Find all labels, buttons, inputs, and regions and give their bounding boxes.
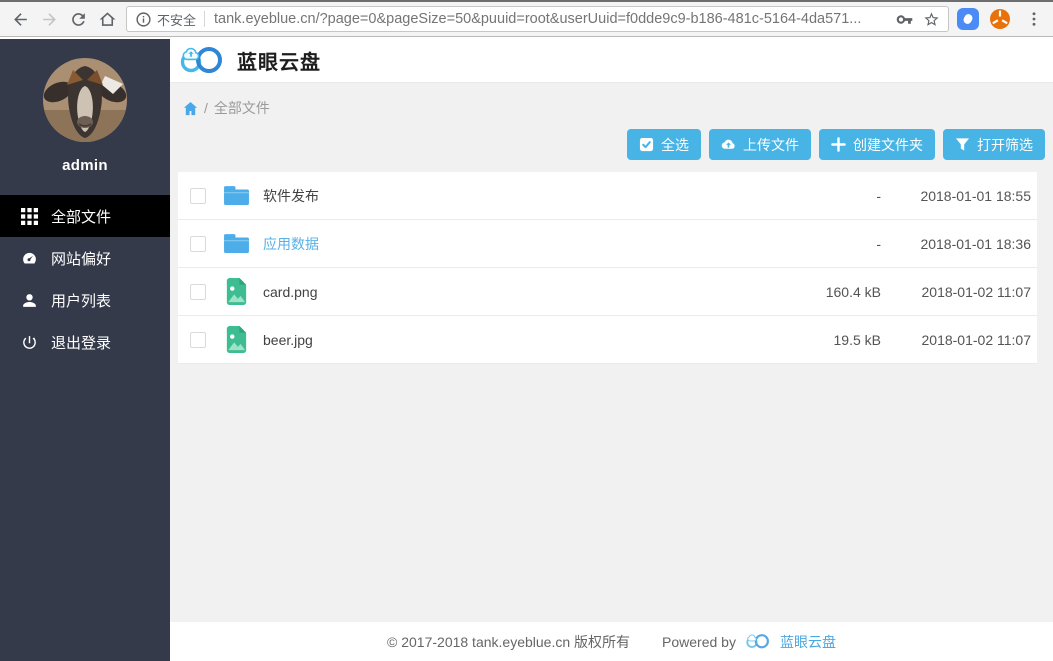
reload-button[interactable] bbox=[64, 5, 93, 34]
plus-icon bbox=[831, 137, 846, 152]
file-size: - bbox=[771, 236, 881, 252]
app-header: 蓝眼云盘 bbox=[170, 39, 1053, 83]
page-title: 蓝眼云盘 bbox=[237, 46, 321, 75]
app-footer: © 2017-2018 tank.eyeblue.cn 版权所有 Powered… bbox=[170, 622, 1053, 661]
app-logo bbox=[178, 45, 226, 76]
browser-menu-button[interactable] bbox=[1021, 6, 1047, 32]
sidebar-item-label: 用户列表 bbox=[51, 290, 111, 311]
key-icon[interactable] bbox=[896, 11, 913, 28]
check-square-icon bbox=[639, 137, 654, 152]
open-filter-button[interactable]: 打开筛选 bbox=[943, 129, 1045, 160]
info-icon[interactable] bbox=[135, 11, 152, 28]
footer-brand-link[interactable]: 蓝眼云盘 bbox=[780, 632, 836, 652]
back-button[interactable] bbox=[6, 5, 35, 34]
security-label: 不安全 bbox=[157, 10, 196, 29]
sidebar-item-label: 网站偏好 bbox=[51, 248, 111, 269]
file-size: - bbox=[771, 188, 881, 204]
breadcrumb-current: 全部文件 bbox=[214, 98, 270, 118]
sidebar-item-all-files[interactable]: 全部文件 bbox=[0, 195, 170, 237]
home-icon bbox=[98, 10, 117, 29]
reload-icon bbox=[69, 10, 88, 29]
file-size: 160.4 kB bbox=[771, 284, 881, 300]
file-name[interactable]: 应用数据 bbox=[263, 234, 771, 254]
file-date: 2018-01-02 11:07 bbox=[881, 284, 1033, 300]
sidebar: admin 全部文件 网站偏好 bbox=[0, 39, 170, 661]
select-all-button[interactable]: 全选 bbox=[627, 129, 701, 160]
sidebar-item-label: 退出登录 bbox=[51, 332, 111, 353]
dashboard-icon bbox=[21, 250, 38, 267]
sidebar-item-logout[interactable]: 退出登录 bbox=[0, 321, 170, 363]
file-name[interactable]: card.png bbox=[263, 284, 771, 300]
url-text: tank.eyeblue.cn/?page=0&pageSize=50&puui… bbox=[214, 11, 888, 27]
upload-file-label: 上传文件 bbox=[743, 135, 799, 155]
table-row[interactable]: 软件发布 - 2018-01-01 18:55 bbox=[178, 172, 1037, 220]
select-all-label: 全选 bbox=[661, 135, 689, 155]
image-file-icon bbox=[223, 278, 250, 305]
omnibox-divider bbox=[204, 11, 205, 27]
breadcrumb: / 全部文件 bbox=[178, 83, 1045, 118]
content-area: / 全部文件 全选 bbox=[170, 83, 1053, 622]
extension-blue-button[interactable] bbox=[957, 8, 979, 30]
filter-icon bbox=[955, 137, 970, 152]
file-size: 19.5 kB bbox=[771, 332, 881, 348]
table-row[interactable]: 应用数据 - 2018-01-01 18:36 bbox=[178, 220, 1037, 268]
file-name[interactable]: beer.jpg bbox=[263, 332, 771, 348]
power-icon bbox=[21, 334, 38, 351]
table-row[interactable]: card.png 160.4 kB 2018-01-02 11:07 bbox=[178, 268, 1037, 316]
file-date: 2018-01-02 11:07 bbox=[881, 332, 1033, 348]
image-file-icon bbox=[223, 326, 250, 353]
row-checkbox[interactable] bbox=[190, 332, 206, 348]
forward-icon bbox=[40, 10, 59, 29]
avatar[interactable] bbox=[43, 58, 127, 142]
forward-button[interactable] bbox=[35, 5, 64, 34]
extension-orange-icon bbox=[989, 8, 1011, 30]
extension-orange-button[interactable] bbox=[989, 8, 1011, 30]
table-row[interactable]: beer.jpg 19.5 kB 2018-01-02 11:07 bbox=[178, 316, 1037, 364]
grid-icon bbox=[21, 208, 38, 225]
breadcrumb-home-icon[interactable] bbox=[183, 101, 198, 116]
file-date: 2018-01-01 18:55 bbox=[881, 188, 1033, 204]
kebab-menu-icon bbox=[1025, 10, 1043, 28]
star-icon[interactable] bbox=[923, 11, 940, 28]
sidebar-item-users[interactable]: 用户列表 bbox=[0, 279, 170, 321]
sidebar-item-label: 全部文件 bbox=[51, 206, 111, 227]
screen: 不安全 tank.eyeblue.cn/?page=0&pageSize=50&… bbox=[0, 0, 1053, 661]
footer-logo bbox=[744, 633, 772, 650]
browser-toolbar: 不安全 tank.eyeblue.cn/?page=0&pageSize=50&… bbox=[0, 0, 1053, 37]
sidebar-nav: 全部文件 网站偏好 用户列表 bbox=[0, 195, 170, 363]
file-table: 软件发布 - 2018-01-01 18:55 应用数据 - 2018-01-0… bbox=[178, 172, 1037, 364]
open-filter-label: 打开筛选 bbox=[977, 135, 1033, 155]
sidebar-item-preferences[interactable]: 网站偏好 bbox=[0, 237, 170, 279]
copyright-text: © 2017-2018 tank.eyeblue.cn 版权所有 bbox=[387, 632, 630, 652]
create-folder-label: 创建文件夹 bbox=[853, 135, 923, 155]
upload-file-button[interactable]: 上传文件 bbox=[709, 129, 811, 160]
row-checkbox[interactable] bbox=[190, 188, 206, 204]
breadcrumb-separator: / bbox=[204, 100, 208, 116]
folder-icon bbox=[223, 182, 250, 209]
file-name[interactable]: 软件发布 bbox=[263, 186, 771, 206]
file-date: 2018-01-01 18:36 bbox=[881, 236, 1033, 252]
powered-by-text: Powered by bbox=[662, 634, 736, 650]
extension-blue-icon bbox=[957, 8, 979, 30]
address-bar[interactable]: 不安全 tank.eyeblue.cn/?page=0&pageSize=50&… bbox=[126, 6, 949, 32]
row-checkbox[interactable] bbox=[190, 284, 206, 300]
folder-icon bbox=[223, 230, 250, 257]
username: admin bbox=[0, 157, 170, 174]
action-toolbar: 全选 上传文件 创建文件夹 bbox=[178, 129, 1045, 160]
user-icon bbox=[21, 292, 38, 309]
home-button[interactable] bbox=[93, 5, 122, 34]
goat-avatar-image bbox=[43, 58, 127, 142]
create-folder-button[interactable]: 创建文件夹 bbox=[819, 129, 935, 160]
cloud-upload-icon bbox=[721, 137, 736, 152]
row-checkbox[interactable] bbox=[190, 236, 206, 252]
back-icon bbox=[11, 10, 30, 29]
